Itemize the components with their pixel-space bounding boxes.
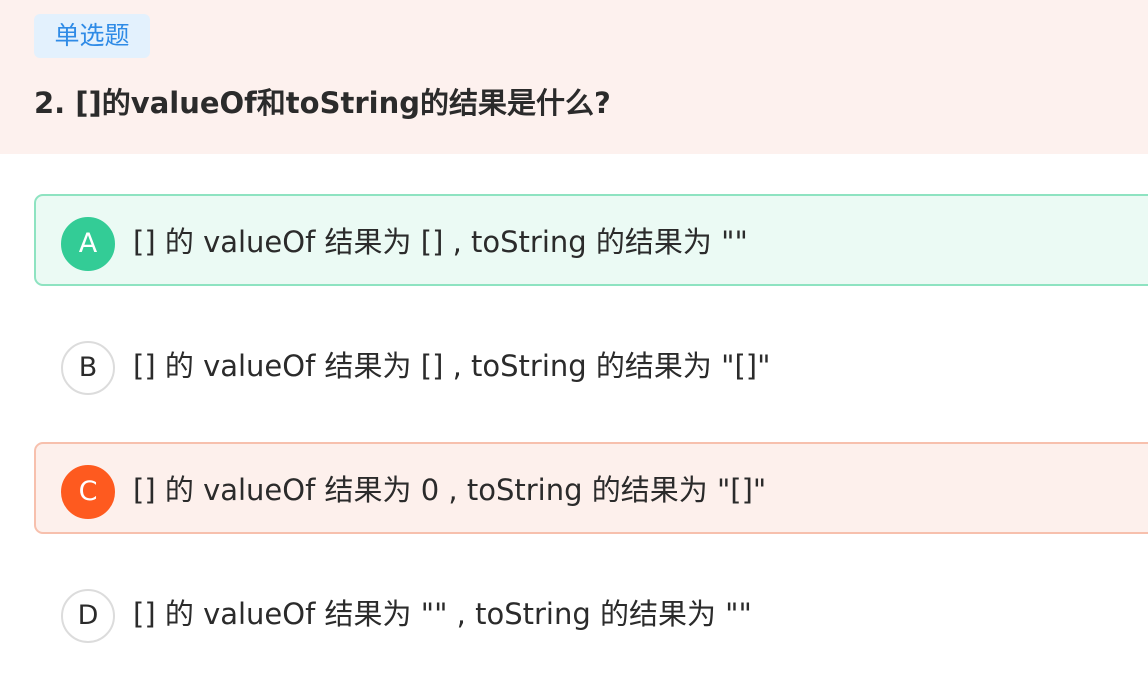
question-title: 2. []的valueOf和toString的结果是什么? — [34, 86, 611, 120]
question-type-badge: 单选题 — [34, 14, 150, 58]
option-text: [] 的 valueOf 结果为 [] , toString 的结果为 "" — [133, 225, 748, 259]
option-a[interactable]: A [] 的 valueOf 结果为 [] , toString 的结果为 "" — [34, 194, 1148, 286]
option-c[interactable]: C [] 的 valueOf 结果为 0 , toString 的结果为 "[]… — [34, 442, 1148, 534]
quiz-page: 单选题 2. []的valueOf和toString的结果是什么? A [] 的… — [0, 0, 1148, 686]
option-text: [] 的 valueOf 结果为 0 , toString 的结果为 "[]" — [133, 473, 767, 507]
option-d[interactable]: D [] 的 valueOf 结果为 "" , toString 的结果为 "" — [34, 566, 1148, 658]
option-b[interactable]: B [] 的 valueOf 结果为 [] , toString 的结果为 "[… — [34, 318, 1148, 410]
option-letter-badge: B — [61, 341, 115, 395]
option-letter-badge: D — [61, 589, 115, 643]
option-letter-badge: A — [61, 217, 115, 271]
question-header: 单选题 2. []的valueOf和toString的结果是什么? — [0, 0, 1148, 154]
option-text: [] 的 valueOf 结果为 "" , toString 的结果为 "" — [133, 597, 752, 631]
option-text: [] 的 valueOf 结果为 [] , toString 的结果为 "[]" — [133, 349, 771, 383]
option-letter-badge: C — [61, 465, 115, 519]
